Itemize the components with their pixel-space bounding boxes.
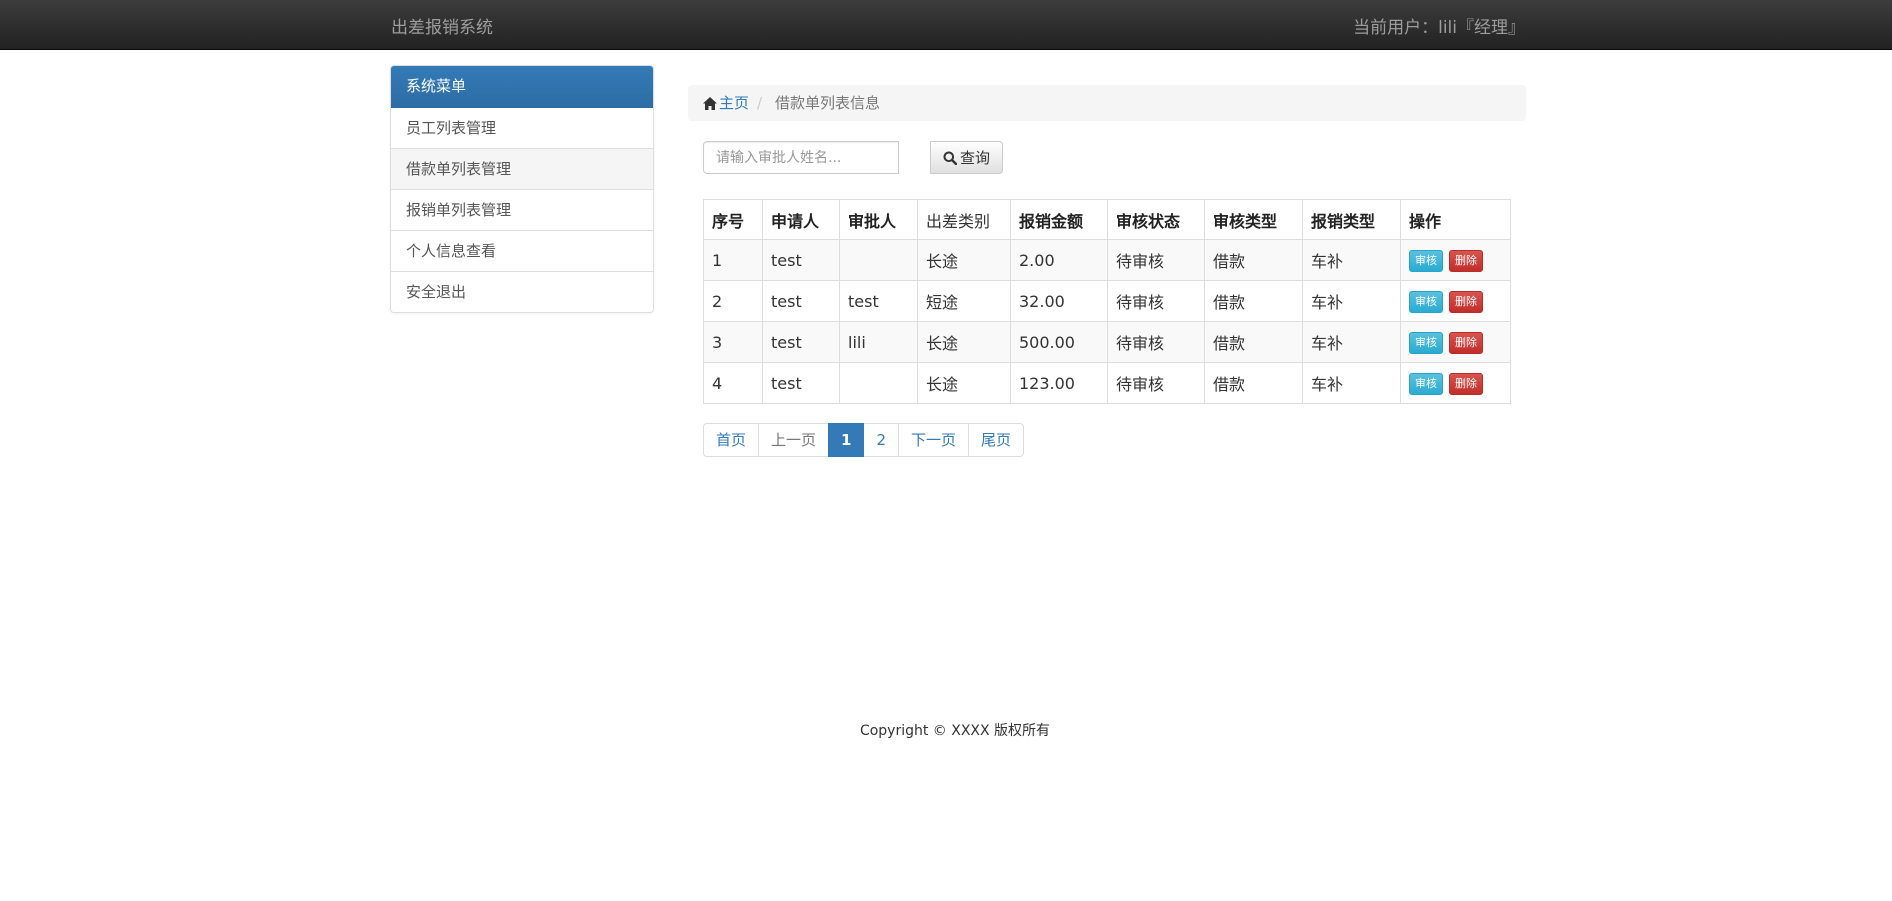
cell-status: 待审核 bbox=[1107, 362, 1205, 404]
cell-id: 2 bbox=[703, 280, 763, 322]
column-header-status: 审核状态 bbox=[1107, 199, 1205, 240]
cell-actions: 审核 删除 bbox=[1400, 239, 1511, 281]
cell-reimburse-type: 车补 bbox=[1302, 362, 1401, 404]
page-next-link[interactable]: 下一页 bbox=[898, 423, 970, 457]
table-row: 3 test lili 长途 500.00 待审核 借款 车补 审核 删除 bbox=[703, 321, 1511, 363]
delete-button[interactable]: 删除 bbox=[1449, 249, 1483, 272]
cell-approver bbox=[839, 239, 918, 281]
cell-category: 长途 bbox=[917, 239, 1011, 281]
cell-applicant: test bbox=[762, 362, 840, 404]
cell-reimburse-type: 车补 bbox=[1302, 239, 1401, 281]
breadcrumb: 主页 / 借款单列表信息 bbox=[688, 85, 1526, 121]
column-header-reimburse-type: 报销类型 bbox=[1302, 199, 1401, 240]
cell-audit-type: 借款 bbox=[1204, 280, 1303, 322]
cell-approver: lili bbox=[839, 321, 918, 363]
cell-category: 长途 bbox=[917, 362, 1011, 404]
app-brand[interactable]: 出差报销系统 bbox=[391, 13, 493, 38]
cell-applicant: test bbox=[762, 280, 840, 322]
cell-status: 待审核 bbox=[1107, 280, 1205, 322]
cell-audit-type: 借款 bbox=[1204, 239, 1303, 281]
home-icon bbox=[703, 97, 717, 110]
cell-actions: 审核 删除 bbox=[1400, 280, 1511, 322]
cell-status: 待审核 bbox=[1107, 239, 1205, 281]
search-button-label: 查询 bbox=[959, 149, 990, 167]
sidebar-menu: 系统菜单 员工列表管理 借款单列表管理 报销单列表管理 个人信息查看 安全退出 bbox=[390, 65, 654, 313]
column-header-category: 出差类别 bbox=[917, 199, 1011, 240]
audit-button[interactable]: 审核 bbox=[1409, 249, 1443, 272]
cell-status: 待审核 bbox=[1107, 321, 1205, 363]
cell-category: 短途 bbox=[917, 280, 1011, 322]
sidebar-item-logout[interactable]: 安全退出 bbox=[391, 271, 653, 312]
approver-search-input[interactable] bbox=[703, 141, 899, 174]
page-1-link[interactable]: 1 bbox=[828, 423, 865, 457]
audit-button[interactable]: 审核 bbox=[1409, 331, 1443, 354]
table-row: 4 test 长途 123.00 待审核 借款 车补 审核 删除 bbox=[703, 362, 1511, 404]
column-header-applicant: 申请人 bbox=[762, 199, 840, 240]
cell-applicant: test bbox=[762, 321, 840, 363]
column-header-approver: 审批人 bbox=[839, 199, 918, 240]
column-header-actions: 操作 bbox=[1400, 199, 1511, 240]
current-user-label: 当前用户：lili『经理』 bbox=[1353, 18, 1525, 38]
delete-button[interactable]: 删除 bbox=[1449, 290, 1483, 313]
search-button[interactable]: 查询 bbox=[930, 141, 1003, 174]
cell-audit-type: 借款 bbox=[1204, 321, 1303, 363]
cell-amount: 2.00 bbox=[1010, 239, 1108, 281]
column-header-id: 序号 bbox=[703, 199, 763, 240]
search-icon bbox=[943, 151, 957, 165]
table-row: 2 test test 短途 32.00 待审核 借款 车补 审核 删除 bbox=[703, 280, 1511, 322]
page-2-link[interactable]: 2 bbox=[863, 423, 900, 457]
cell-approver: test bbox=[839, 280, 918, 322]
cell-id: 4 bbox=[703, 362, 763, 404]
cell-reimburse-type: 车补 bbox=[1302, 321, 1401, 363]
cell-approver bbox=[839, 362, 918, 404]
cell-id: 3 bbox=[703, 321, 763, 363]
cell-amount: 32.00 bbox=[1010, 280, 1108, 322]
cell-actions: 审核 删除 bbox=[1400, 321, 1511, 363]
table-header-row: 序号 申请人 审批人 出差类别 报销金额 审核状态 审核类型 报销类型 操作 bbox=[703, 199, 1511, 240]
column-header-amount: 报销金额 bbox=[1010, 199, 1108, 240]
sidebar-item-employee-list[interactable]: 员工列表管理 bbox=[391, 108, 653, 148]
table-row: 1 test 长途 2.00 待审核 借款 车补 审核 删除 bbox=[703, 239, 1511, 281]
delete-button[interactable]: 删除 bbox=[1449, 331, 1483, 354]
sidebar-item-reimburse-list[interactable]: 报销单列表管理 bbox=[391, 189, 653, 230]
cell-actions: 审核 删除 bbox=[1400, 362, 1511, 404]
loan-table: 序号 申请人 审批人 出差类别 报销金额 审核状态 审核类型 报销类型 操作 1… bbox=[703, 199, 1511, 404]
top-navbar: 出差报销系统 当前用户：lili『经理』 bbox=[0, 0, 1892, 50]
sidebar-item-loan-list[interactable]: 借款单列表管理 bbox=[391, 148, 653, 189]
cell-category: 长途 bbox=[917, 321, 1011, 363]
audit-button[interactable]: 审核 bbox=[1409, 372, 1443, 395]
delete-button[interactable]: 删除 bbox=[1449, 372, 1483, 395]
breadcrumb-home-label: 主页 bbox=[719, 94, 750, 112]
page-prev-link[interactable]: 上一页 bbox=[758, 423, 830, 457]
sidebar-item-profile[interactable]: 个人信息查看 bbox=[391, 230, 653, 271]
column-header-audit-type: 审核类型 bbox=[1204, 199, 1303, 240]
cell-audit-type: 借款 bbox=[1204, 362, 1303, 404]
breadcrumb-home-link[interactable]: 主页 bbox=[703, 85, 749, 121]
cell-amount: 123.00 bbox=[1010, 362, 1108, 404]
cell-amount: 500.00 bbox=[1010, 321, 1108, 363]
cell-id: 1 bbox=[703, 239, 763, 281]
cell-applicant: test bbox=[762, 239, 840, 281]
footer-copyright: Copyright © XXXX 版权所有 bbox=[859, 723, 1051, 739]
breadcrumb-separator: / bbox=[757, 94, 763, 112]
page-last-link[interactable]: 尾页 bbox=[968, 423, 1025, 457]
sidebar-title: 系统菜单 bbox=[391, 66, 653, 108]
audit-button[interactable]: 审核 bbox=[1409, 290, 1443, 313]
pagination: 首页 上一页 1 2 下一页 尾页 bbox=[703, 423, 1025, 457]
cell-reimburse-type: 车补 bbox=[1302, 280, 1401, 322]
breadcrumb-current: 借款单列表信息 bbox=[775, 94, 881, 112]
page-first-link[interactable]: 首页 bbox=[703, 423, 760, 457]
